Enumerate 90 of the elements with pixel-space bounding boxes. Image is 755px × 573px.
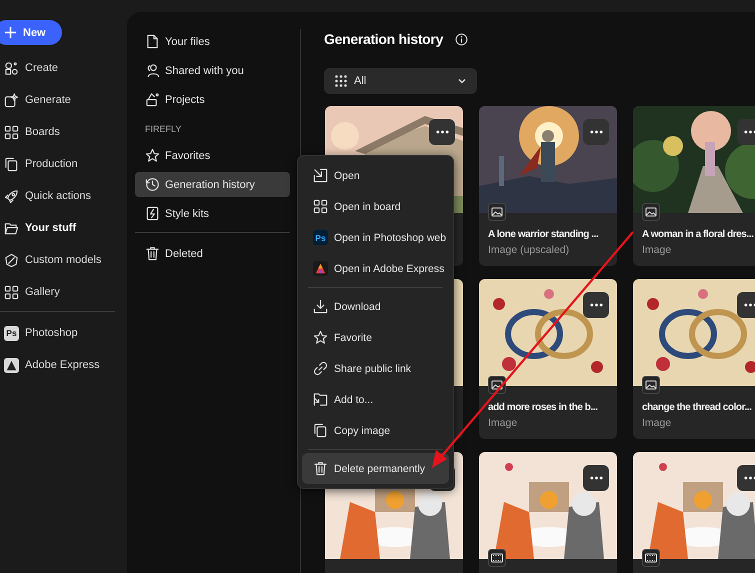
photoshop-icon: Ps: [313, 230, 328, 245]
nav-item[interactable]: Create: [0, 52, 115, 84]
card-title: change the thread color...: [641, 402, 752, 413]
nav-item[interactable]: Production: [0, 148, 115, 180]
nav-item[interactable]: Generate: [0, 84, 115, 116]
library-item[interactable]: Your files: [135, 29, 290, 54]
menu-item[interactable]: Share public link: [302, 353, 449, 384]
more-icon: [436, 130, 448, 134]
folder-add-icon: [313, 392, 328, 407]
shapes-icon: [4, 60, 19, 76]
card-subtitle: Image: [641, 243, 672, 256]
app-link[interactable]: Ps Photoshop: [0, 317, 115, 349]
image-icon: [642, 376, 660, 394]
chevron-down-icon: [457, 76, 467, 86]
nav-item[interactable]: Boards: [0, 116, 115, 148]
menu-item[interactable]: Download: [302, 291, 449, 322]
image-icon: [642, 203, 660, 221]
download-icon: [313, 299, 328, 314]
card-title: A woman in a floral dres...: [641, 229, 754, 240]
card-subtitle: Image (upscaled): [487, 243, 570, 256]
star-icon: [313, 330, 328, 345]
express-icon: [313, 261, 328, 276]
library-item[interactable]: Favorites: [135, 143, 290, 168]
more-icon: [590, 303, 602, 307]
trash-icon: [145, 246, 160, 261]
clipboard-icon: [313, 423, 328, 438]
menu-item[interactable]: Ps Open in Photoshop web: [302, 222, 449, 253]
more-button[interactable]: [583, 119, 609, 145]
more-icon: [590, 130, 602, 134]
library-item[interactable]: Projects: [135, 87, 290, 112]
info-icon[interactable]: [455, 32, 468, 46]
open-icon: [313, 168, 328, 183]
folder-icon: [4, 220, 19, 236]
people-icon: [145, 63, 160, 78]
link-icon: [313, 361, 328, 376]
more-button[interactable]: [583, 292, 609, 318]
new-button[interactable]: New: [0, 20, 62, 45]
film-icon: [642, 549, 660, 567]
image-card[interactable]: A woman in a floral dres... Image: [633, 106, 755, 266]
style-kit-icon: [145, 206, 160, 221]
image-card[interactable]: A lone warrior standing ... Image (upscaled): [479, 106, 617, 266]
card-title: add more roses in the b...: [487, 402, 598, 413]
library-item[interactable]: Generation history: [135, 172, 290, 197]
express-icon: [4, 358, 19, 372]
trash-icon: [313, 461, 328, 476]
grid-icon: [335, 75, 347, 87]
more-icon: [744, 130, 755, 134]
model-icon: [4, 252, 19, 268]
image-icon: [488, 203, 506, 221]
more-icon: [744, 303, 755, 307]
file-icon: [145, 34, 160, 49]
photoshop-icon: Ps: [4, 326, 19, 340]
menu-item[interactable]: Favorite: [302, 322, 449, 353]
history-icon: [145, 177, 160, 192]
film-icon: [488, 549, 506, 567]
menu-item[interactable]: Open in Adobe Express: [302, 253, 449, 284]
sparkle-icon: [4, 92, 19, 108]
rocket-icon: [4, 188, 19, 204]
menu-item[interactable]: Copy image: [302, 415, 449, 446]
menu-item[interactable]: Delete permanently: [302, 453, 449, 484]
more-icon: [590, 476, 602, 480]
plus-icon: [4, 26, 17, 39]
board-icon: [4, 124, 19, 140]
more-button[interactable]: [429, 119, 455, 145]
pages-icon: [4, 156, 19, 172]
filter-dropdown[interactable]: All: [324, 68, 477, 94]
nav-item[interactable]: Your stuff: [0, 212, 115, 244]
card-subtitle: Image: [487, 416, 518, 429]
star-icon: [145, 148, 160, 163]
menu-item[interactable]: Add to...: [302, 384, 449, 415]
nav-item[interactable]: Custom models: [0, 244, 115, 276]
nav-item[interactable]: Quick actions: [0, 180, 115, 212]
nav-item[interactable]: Gallery: [0, 276, 115, 308]
image-card[interactable]: change the thread color... Image: [633, 279, 755, 439]
card-title: A lone warrior standing ...: [487, 229, 600, 240]
menu-item[interactable]: Open in board: [302, 191, 449, 222]
card-subtitle: Image: [641, 416, 672, 429]
more-icon: [744, 476, 755, 480]
library-item[interactable]: Deleted: [135, 241, 290, 266]
section-label: FIREFLY: [144, 124, 182, 134]
page-title: Generation history: [324, 31, 444, 47]
image-card[interactable]: add more roses in the b... Image: [479, 279, 617, 439]
board-icon: [313, 199, 328, 214]
library-item[interactable]: Style kits: [135, 201, 290, 226]
app-link[interactable]: Adobe Express: [0, 349, 115, 381]
more-button[interactable]: [583, 465, 609, 491]
menu-item[interactable]: Open: [302, 160, 449, 191]
gallery-icon: [4, 284, 19, 300]
projects-icon: [145, 92, 160, 107]
library-item[interactable]: Shared with you: [135, 58, 290, 83]
